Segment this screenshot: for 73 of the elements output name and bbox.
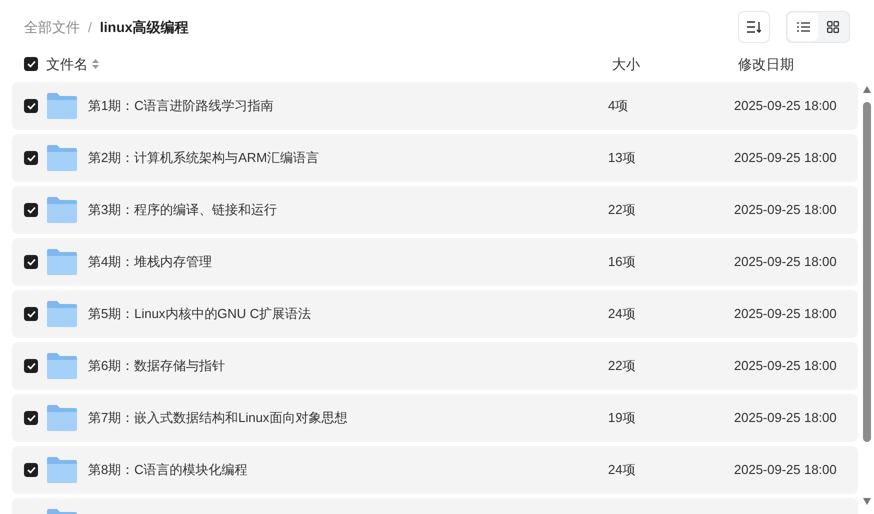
- checkbox[interactable]: [24, 411, 38, 425]
- column-header[interactable]: 文件名: [46, 54, 88, 74]
- sort-arrows-icon[interactable]: [92, 59, 99, 69]
- checkbox[interactable]: [24, 463, 38, 477]
- grid-icon: [827, 21, 839, 33]
- column-header[interactable]: 大小: [612, 56, 640, 72]
- checkmark-icon: [26, 154, 36, 162]
- checkbox[interactable]: [24, 359, 38, 373]
- list-view-button[interactable]: [788, 13, 818, 41]
- item-count: 19项: [608, 410, 636, 426]
- file-row[interactable]: 第6期：数据存储与指针 22项 2025-09-25 18:00: [12, 342, 858, 390]
- folder-icon: [47, 457, 77, 483]
- list-icon: [796, 22, 810, 32]
- breadcrumb-separator: /: [88, 18, 92, 36]
- checkmark-icon: [26, 102, 36, 110]
- scroll-thumb[interactable]: [863, 102, 871, 442]
- modified-date: 2025-09-25 18:00: [734, 254, 837, 270]
- file-row[interactable]: 第5期：Linux内核中的GNU C扩展语法 24项 2025-09-25 18:00: [12, 290, 858, 338]
- modified-date: 2025-09-25 18:00: [734, 306, 837, 322]
- sort-icon: [747, 21, 761, 33]
- folder-icon: [47, 93, 77, 119]
- file-row[interactable]: 第2期：计算机系统架构与ARM汇编语言 13项 2025-09-25 18:00: [12, 134, 858, 182]
- modified-date: 2025-09-25 18:00: [734, 98, 837, 114]
- checkbox[interactable]: [24, 57, 38, 71]
- folder-icon: [47, 145, 77, 171]
- item-count: 4项: [608, 98, 628, 114]
- modified-date: 2025-09-25 18:00: [734, 410, 837, 426]
- checkbox[interactable]: [24, 255, 38, 269]
- checkbox[interactable]: [24, 99, 38, 113]
- file-name[interactable]: 第8期：C语言的模块化编程: [88, 462, 248, 478]
- file-row[interactable]: 第7期：嵌入式数据结构和Linux面向对象思想 19项 2025-09-25 18:00: [12, 394, 858, 442]
- checkbox[interactable]: [24, 151, 38, 165]
- item-count: 16项: [608, 254, 636, 270]
- checkmark-icon: [26, 206, 36, 214]
- file-name[interactable]: 第5期：Linux内核中的GNU C扩展语法: [88, 306, 312, 322]
- checkbox[interactable]: [24, 203, 38, 217]
- folder-icon: [47, 353, 77, 379]
- folder-icon: [47, 197, 77, 223]
- scroll-up-icon: [863, 86, 871, 93]
- scroll-down-icon: [863, 498, 871, 505]
- item-count: 22项: [608, 202, 636, 218]
- file-name[interactable]: 第4期：堆栈内存管理: [88, 254, 212, 270]
- file-row[interactable]: 第4期：堆栈内存管理 16项 2025-09-25 18:00: [12, 238, 858, 286]
- file-name[interactable]: 第7期：嵌入式数据结构和Linux面向对象思想: [88, 410, 348, 426]
- checkmark-icon: [26, 60, 36, 68]
- file-name[interactable]: 第3期：程序的编译、链接和运行: [88, 202, 278, 218]
- file-row[interactable]: 第1期：C语言进阶路线学习指南 4项 2025-09-25 18:00: [12, 82, 858, 130]
- checkmark-icon: [26, 414, 36, 422]
- checkmark-icon: [26, 258, 36, 266]
- file-name[interactable]: 第2期：计算机系统架构与ARM汇编语言: [88, 150, 320, 166]
- checkmark-icon: [26, 362, 36, 370]
- sort-button[interactable]: [738, 11, 770, 43]
- column-header[interactable]: 修改日期: [738, 56, 794, 72]
- file-row[interactable]: 第3期：程序的编译、链接和运行 22项 2025-09-25 18:00: [12, 186, 858, 234]
- modified-date: 2025-09-25 18:00: [734, 358, 837, 374]
- file-name[interactable]: 第1期：C语言进阶路线学习指南: [88, 98, 274, 114]
- file-row[interactable]: 第8期：C语言的模块化编程 24项 2025-09-25 18:00: [12, 446, 858, 494]
- folder-icon: [47, 301, 77, 327]
- breadcrumb-current[interactable]: linux高级编程: [100, 16, 189, 38]
- checkmark-icon: [26, 310, 36, 318]
- item-count: 24项: [608, 462, 636, 478]
- modified-date: 2025-09-25 18:00: [734, 462, 837, 478]
- checkbox[interactable]: [24, 307, 38, 321]
- file-name[interactable]: 第6期：数据存储与指针: [88, 358, 226, 374]
- folder-icon: [47, 249, 77, 275]
- item-count: 22项: [608, 358, 636, 374]
- item-count: 24项: [608, 306, 636, 322]
- modified-date: 2025-09-25 18:00: [734, 202, 837, 218]
- checkmark-icon: [26, 466, 36, 474]
- modified-date: 2025-09-25 18:00: [734, 150, 837, 166]
- breadcrumb-link[interactable]: 全部文件: [24, 16, 80, 38]
- item-count: 13项: [608, 150, 636, 166]
- folder-icon: [47, 405, 77, 431]
